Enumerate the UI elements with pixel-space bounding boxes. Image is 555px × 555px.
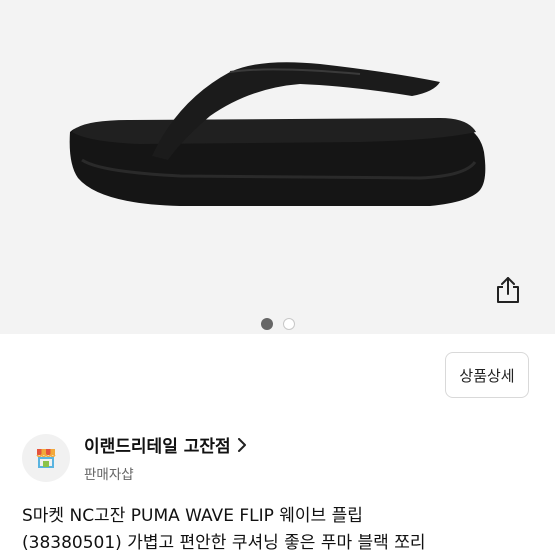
seller-type: 판매자샵 [84, 467, 134, 483]
shop-icon [36, 448, 56, 468]
product-image-gallery[interactable] [0, 0, 555, 334]
pagination-dot[interactable] [282, 318, 295, 330]
seller-name: 이랜드리테일 고잔점 [84, 437, 231, 457]
product-title: S마켓 NC고잔 PUMA WAVE FLIP 웨이브 플립 (38380501… [22, 503, 542, 555]
chevron-right-icon [237, 437, 246, 452]
share-icon [497, 277, 519, 303]
seller-link[interactable]: 이랜드리테일 고잔점 판매자샵 [22, 432, 247, 483]
share-button[interactable] [486, 268, 530, 312]
gallery-pagination [0, 317, 555, 331]
product-image [69, 62, 486, 206]
seller-avatar [22, 433, 70, 482]
product-title-line: (38380501) 가볍고 편안한 쿠셔닝 좋은 푸마 블랙 쪼리 [22, 533, 426, 553]
product-title-line: S마켓 NC고잔 PUMA WAVE FLIP 웨이브 플립 [22, 506, 363, 526]
pagination-dot-active[interactable] [260, 318, 273, 330]
product-detail-button[interactable]: 상품상세 [445, 352, 529, 398]
